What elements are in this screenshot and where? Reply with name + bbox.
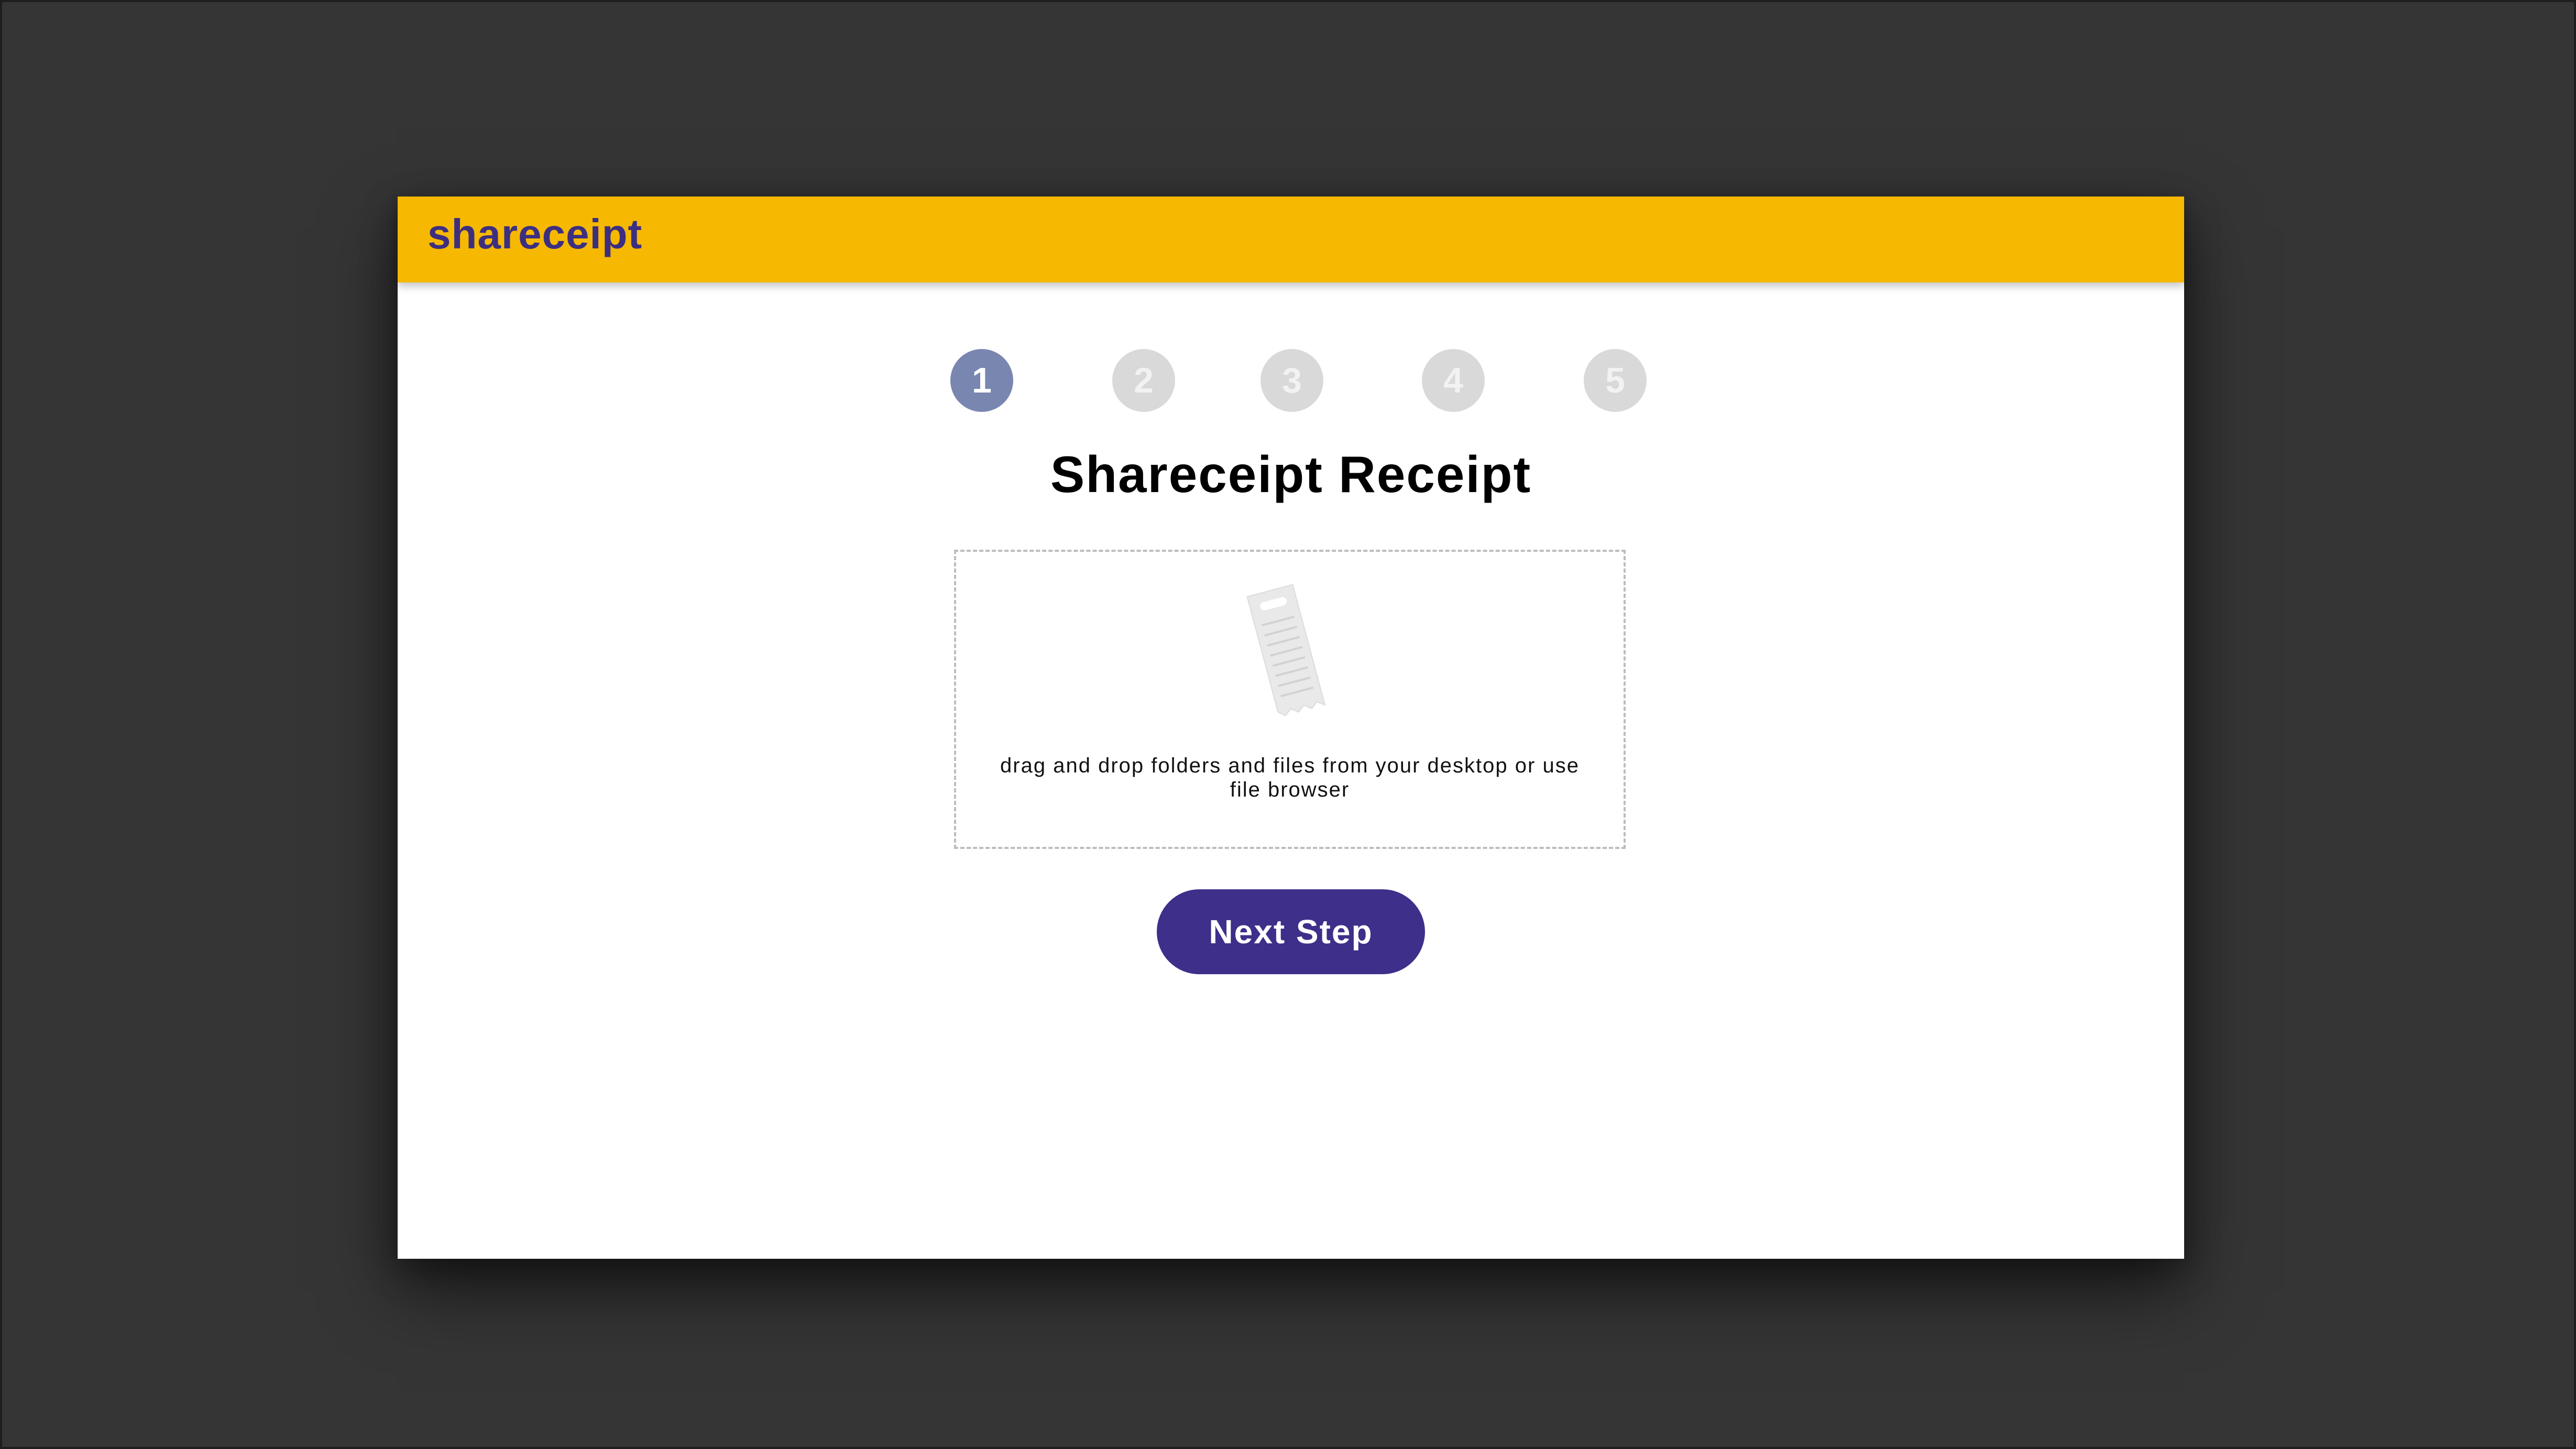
dropzone-instruction: drag and drop folders and files from you…: [1000, 754, 1580, 801]
step-4[interactable]: 4: [1422, 349, 1485, 412]
next-step-button[interactable]: Next Step: [1157, 889, 1425, 974]
step-2[interactable]: 2: [1112, 349, 1175, 412]
screen-background: shareceipt 1 2 3 4 5 Shareceipt Receipt: [0, 0, 2576, 1449]
app-window: shareceipt 1 2 3 4 5 Shareceipt Receipt: [398, 197, 2184, 1259]
step-3[interactable]: 3: [1260, 349, 1323, 412]
step-5[interactable]: 5: [1584, 349, 1647, 412]
step-1[interactable]: 1: [950, 349, 1013, 412]
page-title: Shareceipt Receipt: [1050, 445, 1532, 503]
brand-logo[interactable]: shareceipt: [427, 210, 642, 258]
app-header: shareceipt: [398, 197, 2184, 282]
receipt-icon: [1246, 584, 1326, 716]
file-dropzone[interactable]: drag and drop folders and files from you…: [954, 550, 1626, 849]
step-indicator: 1 2 3 4 5: [398, 349, 2184, 412]
